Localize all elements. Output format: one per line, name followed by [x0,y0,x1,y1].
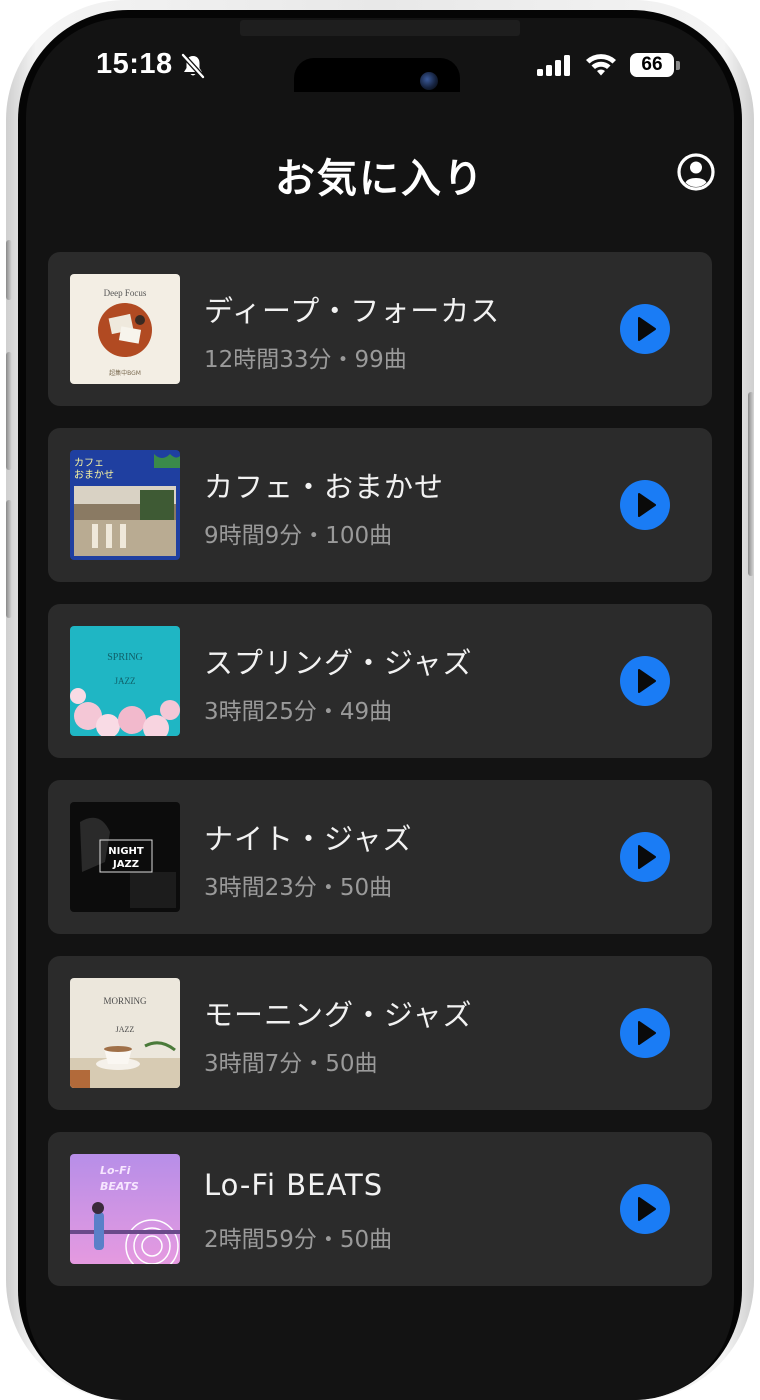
playlist-title: ディープ・フォーカス [204,294,501,328]
play-button[interactable] [620,832,670,882]
cover-subtext: BEATS [100,1180,139,1193]
cellular-signal-icon [537,55,570,76]
playlist-meta: 12時間33分・99曲 [204,347,407,373]
cover-subtext: JAZZ [115,676,136,686]
playlist-card-spring-jazz[interactable]: SPRING JAZZ スプリング・ジャズ 3時間25分・49曲 [48,604,712,758]
playlist-card-cafe[interactable]: カフェ おまかせ カフェ・おまかせ 9時間9分・100曲 [48,428,712,582]
volume-down-button [6,500,12,618]
page-title: お気に入り [275,156,485,202]
cover-text: NIGHT [108,846,144,857]
deep-focus-cover-icon: Deep Focus 超集中BGM [70,274,180,384]
playlist-title: モーニング・ジャズ [204,998,473,1032]
battery-cap [676,61,680,70]
playlist-title: カフェ・おまかせ [204,470,445,504]
cover-subtext: 超集中BGM [109,369,141,377]
play-button[interactable] [620,656,670,706]
play-icon [638,845,656,869]
play-button[interactable] [620,1008,670,1058]
cover-text: カフェ [74,457,104,469]
front-camera [420,72,438,90]
person-circle-icon[interactable] [676,152,716,192]
power-button [748,392,754,576]
playlist-card-morning-jazz[interactable]: MORNING JAZZ モーニング・ジャズ 3時間7分・50曲 [48,956,712,1110]
cover-text: SPRING [107,652,143,663]
playlist-meta: 3時間23分・50曲 [204,875,393,901]
play-icon [638,317,656,341]
playlist-meta: 3時間7分・50曲 [204,1051,378,1077]
cover-text: MORNING [103,996,147,1006]
volume-up-button [6,352,12,470]
bell-slash-icon [181,53,205,79]
playlist-card-deep-focus[interactable]: Deep Focus 超集中BGM ディープ・フォーカス 12時間33分・99曲 [48,252,712,406]
cover-subtext: JAZZ [112,859,139,870]
cover-subtext: JAZZ [116,1025,135,1034]
play-icon [638,493,656,517]
play-icon [638,669,656,693]
playlist-card-night-jazz[interactable]: NIGHT JAZZ ナイト・ジャズ 3時間23分・50曲 [48,780,712,934]
playlist-title: Lo-Fi BEATS [204,1168,384,1202]
playlist-title: ナイト・ジャズ [204,822,413,856]
night-jazz-cover-icon: NIGHT JAZZ [70,802,180,912]
playlist-meta: 3時間25分・49曲 [204,699,393,725]
playlist-meta: 2時間59分・50曲 [204,1227,393,1253]
earpiece-speaker [240,20,520,36]
play-button[interactable] [620,480,670,530]
battery-icon: 66 [630,53,674,77]
playlist-meta: 9時間9分・100曲 [204,523,393,549]
cafe-cover-icon: カフェ おまかせ [70,450,180,560]
cover-text: Deep Focus [104,288,147,298]
play-icon [638,1021,656,1045]
play-button[interactable] [620,1184,670,1234]
morning-jazz-cover-icon: MORNING JAZZ [70,978,180,1088]
playlist-title: スプリング・ジャズ [204,646,473,680]
spring-jazz-cover-icon: SPRING JAZZ [70,626,180,736]
play-icon [638,1197,656,1221]
cover-text: Lo-Fi [100,1164,131,1177]
playlist-card-lofi-beats[interactable]: Lo-Fi BEATS Lo-Fi BEATS 2時間59分・50曲 [48,1132,712,1286]
cover-subtext: おまかせ [74,469,114,481]
action-button [6,240,12,300]
status-time: 15:18 [96,48,173,80]
lofi-beats-cover-icon: Lo-Fi BEATS [70,1154,180,1264]
favorites-list: Deep Focus 超集中BGM ディープ・フォーカス 12時間33分・99曲… [48,252,712,1308]
wifi-icon [586,54,616,76]
play-button[interactable] [620,304,670,354]
